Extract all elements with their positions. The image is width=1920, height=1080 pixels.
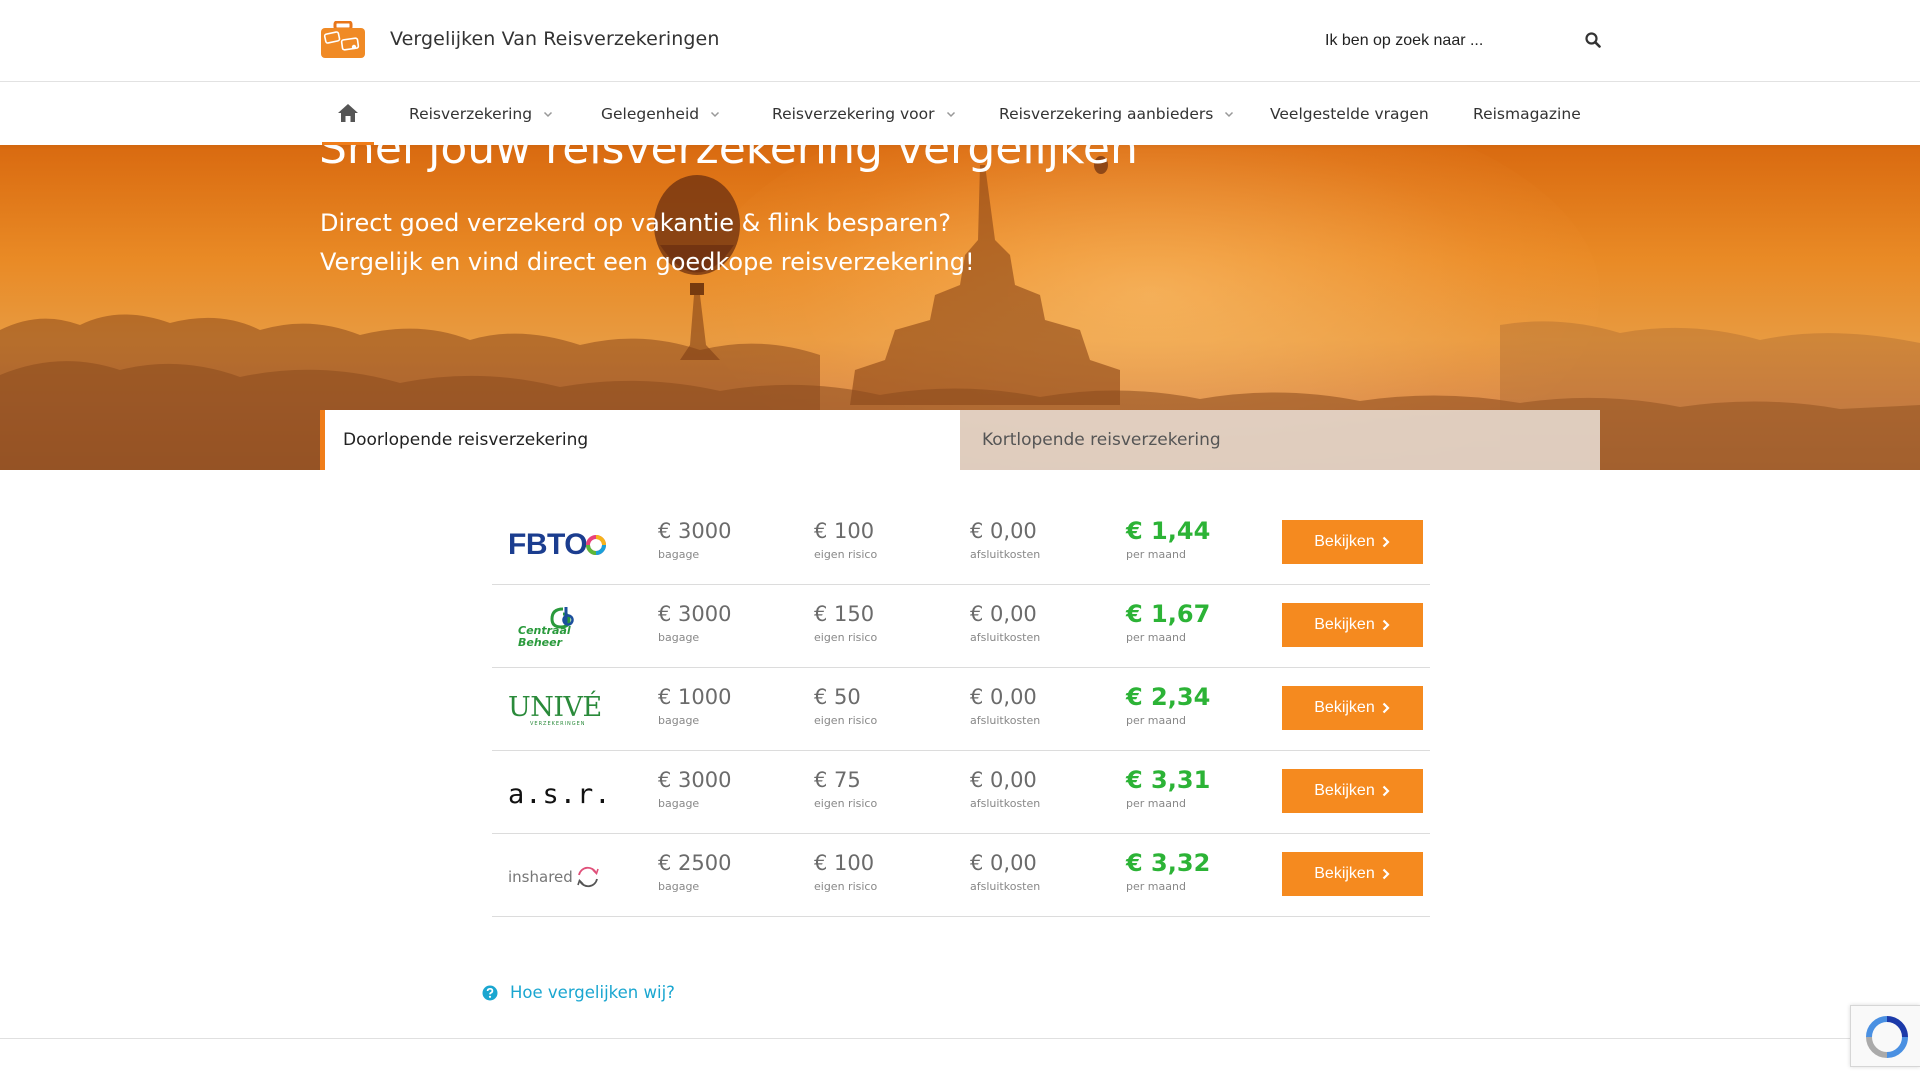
search-button[interactable]: [1581, 29, 1605, 53]
search-box: [1315, 26, 1605, 56]
nav-item-aanbieders[interactable]: Reisverzekering aanbieders: [999, 83, 1235, 145]
nav-item-label: Reisverzekering voor: [772, 105, 935, 123]
eigen-risico-cell: € 100 eigen risico: [814, 519, 878, 561]
hero-subtitle-1: Direct goed verzekerd op vakantie & flin…: [320, 209, 952, 237]
bekijken-button[interactable]: Bekijken: [1282, 686, 1423, 730]
bagage-cell: € 3000 bagage: [658, 519, 732, 561]
table-row: FBTO € 3000 bagage € 100 eigen risico € 0,…: [492, 502, 1430, 585]
chevron-right-icon: [1382, 785, 1390, 797]
table-row: Centraal Beheer € 3000 bagage € 150 eigen …: [492, 585, 1430, 668]
section-divider: [0, 1038, 1920, 1039]
search-input[interactable]: [1325, 26, 1565, 56]
eigen-risico-cell: € 150 eigen risico: [814, 602, 878, 644]
chevron-right-icon: [1382, 619, 1390, 631]
price-cell: € 3,32 per maand: [1126, 849, 1211, 893]
comparison-table: FBTO € 3000 bagage € 100 eigen risico € 0,…: [492, 502, 1430, 917]
price-cell: € 1,67 per maand: [1126, 600, 1211, 644]
hero-title: Snel jouw reisverzekering vergelijken: [319, 145, 1138, 174]
nav-home[interactable]: [322, 83, 374, 145]
chevron-right-icon: [1382, 702, 1390, 714]
brand-name: UNIVÉ: [508, 692, 602, 723]
nav-item-veelgestelde-vragen[interactable]: Veelgestelde vragen: [1270, 83, 1429, 145]
chevron-down-icon: [711, 111, 720, 118]
main-nav: Reisverzekering Gelegenheid Reisverzeker…: [0, 83, 1920, 145]
bagage-cell: € 1000 bagage: [658, 685, 732, 727]
question-circle-icon: [482, 985, 498, 1000]
brand-name: FBTO: [508, 528, 588, 561]
chevron-down-icon: [544, 111, 553, 118]
nav-item-label: Reismagazine: [1473, 105, 1581, 123]
table-row: UNIVÉ VERZEKERINGEN € 1000 bagage € 50 eig…: [492, 668, 1430, 751]
suitcase-logo-icon[interactable]: [320, 20, 366, 59]
eigen-risico-cell: € 100 eigen risico: [814, 851, 878, 893]
afsluitkosten-cell: € 0,00 afsluitkosten: [970, 768, 1041, 810]
home-icon: [338, 103, 358, 122]
brand-subtitle: VERZEKERINGEN: [530, 721, 586, 727]
afsluitkosten-cell: € 0,00 afsluitkosten: [970, 685, 1041, 727]
nav-item-gelegenheid[interactable]: Gelegenheid: [601, 83, 721, 145]
chevron-right-icon: [1382, 868, 1390, 880]
nav-item-reisverzekering-voor[interactable]: Reisverzekering voor: [772, 83, 957, 145]
bagage-cell: € 3000 bagage: [658, 768, 732, 810]
eigen-risico-cell: € 75 eigen risico: [814, 768, 878, 810]
how-we-compare-link[interactable]: Hoe vergelijken wij?: [482, 983, 675, 1002]
hero-subtitle-2: Vergelijk en vind direct een goedkope re…: [320, 248, 975, 276]
recaptcha-icon: [1866, 1016, 1908, 1058]
nav-item-label: Veelgestelde vragen: [1270, 105, 1429, 123]
nav-item-reisverzekering[interactable]: Reisverzekering: [409, 83, 554, 145]
bagage-cell: € 2500 bagage: [658, 851, 732, 893]
price-cell: € 3,31 per maand: [1126, 766, 1211, 810]
bekijken-button[interactable]: Bekijken: [1282, 603, 1423, 647]
afsluitkosten-cell: € 0,00 afsluitkosten: [970, 519, 1041, 561]
table-row: a.s.r. € 3000 bagage € 75 eigen risico € 0…: [492, 751, 1430, 834]
bagage-cell: € 3000 bagage: [658, 602, 732, 644]
chevron-down-icon: [1225, 111, 1234, 118]
nav-item-label: Reisverzekering: [409, 105, 533, 123]
afsluitkosten-cell: € 0,00 afsluitkosten: [970, 602, 1041, 644]
brand-name: inshared: [508, 868, 573, 886]
price-cell: € 1,44 per maand: [1126, 517, 1211, 561]
price-cell: € 2,34 per maand: [1126, 683, 1211, 727]
brand-name: a.s.r.: [508, 778, 612, 810]
brand-logo-asr: a.s.r.: [508, 769, 618, 819]
nav-item-label: Gelegenheid: [601, 105, 700, 123]
fbto-ring-icon: [586, 535, 607, 555]
centraal-beheer-wordmark: Centraal Beheer: [518, 624, 571, 649]
site-header: Vergelijken Van Reisverzekeringen: [0, 0, 1920, 82]
table-row: inshared € 2500 bagage € 100 eigen risico …: [492, 834, 1430, 917]
eigen-risico-cell: € 50 eigen risico: [814, 685, 878, 727]
hero-banner: Snel jouw reisverzekering vergelijken Di…: [0, 145, 1920, 470]
bekijken-button[interactable]: Bekijken: [1282, 769, 1423, 813]
recaptcha-badge[interactable]: [1850, 1005, 1920, 1067]
search-icon: [1585, 31, 1601, 48]
chevron-down-icon: [946, 111, 955, 118]
how-link-label: Hoe vergelijken wij?: [510, 983, 675, 1002]
site-title[interactable]: Vergelijken Van Reisverzekeringen: [390, 28, 719, 50]
tab-doorlopende[interactable]: Doorlopende reisverzekering: [320, 410, 960, 470]
tab-kortlopende[interactable]: Kortlopende reisverzekering: [960, 410, 1600, 470]
chevron-right-icon: [1382, 536, 1390, 548]
brand-logo-unive: UNIVÉ VERZEKERINGEN: [508, 686, 618, 736]
nav-item-reismagazine[interactable]: Reismagazine: [1473, 83, 1581, 145]
brand-logo-inshared: inshared: [508, 852, 618, 902]
nav-item-label: Reisverzekering aanbieders: [999, 105, 1214, 123]
bekijken-button[interactable]: Bekijken: [1282, 852, 1423, 896]
inshared-cycle-icon: [577, 866, 599, 888]
brand-logo-fbto: FBTO: [508, 520, 618, 570]
bekijken-button[interactable]: Bekijken: [1282, 520, 1423, 564]
brand-logo-centraal-beheer: Centraal Beheer: [508, 603, 618, 653]
afsluitkosten-cell: € 0,00 afsluitkosten: [970, 851, 1041, 893]
